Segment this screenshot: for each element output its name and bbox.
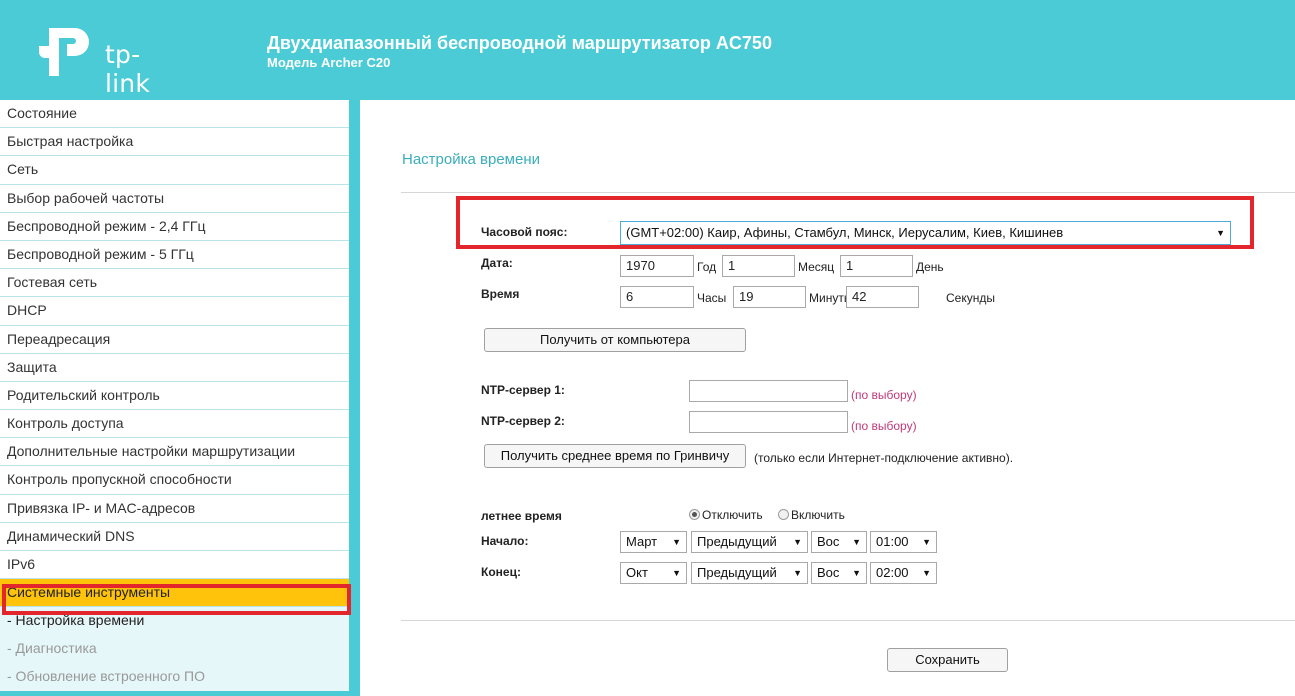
dst-start-time-select[interactable]: 01:00 ▼ <box>870 531 937 553</box>
sidebar-item-access-control[interactable]: Контроль доступа <box>0 410 349 439</box>
chevron-down-icon: ▼ <box>852 537 861 547</box>
sidebar-item-parental-control[interactable]: Родительский контроль <box>0 381 349 411</box>
logo-text: tp-link <box>105 40 151 98</box>
dst-end-week-value: Предыдущий <box>697 565 777 580</box>
dst-off-label: Отключить <box>702 508 763 522</box>
timezone-value: (GMT+02:00) Каир, Афины, Стамбул, Минск,… <box>626 225 1064 240</box>
sidebar-subitem-firmware-upgrade[interactable]: - Обновление встроенного ПО <box>0 663 349 692</box>
seconds-input[interactable]: 42 <box>846 286 919 308</box>
dst-start-month-select[interactable]: Март ▼ <box>620 531 687 553</box>
chevron-down-icon: ▼ <box>922 568 931 578</box>
get-gmt-button[interactable]: Получить среднее время по Гринвичу <box>484 444 746 468</box>
ntp1-label: NTP-сервер 1: <box>481 383 565 397</box>
chevron-down-icon: ▼ <box>793 537 802 547</box>
sidebar-item-dhcp[interactable]: DHCP <box>0 297 349 326</box>
dst-end-month-value: Окт <box>626 565 648 580</box>
dst-start-time-value: 01:00 <box>876 534 909 549</box>
product-model: Модель Archer C20 <box>267 55 391 70</box>
minutes-input[interactable]: 19 <box>733 286 806 308</box>
seconds-unit-label: Секунды <box>946 291 995 305</box>
sidebar-item-network[interactable]: Сеть <box>0 156 349 185</box>
dst-end-label: Конец: <box>481 565 521 579</box>
chevron-down-icon: ▼ <box>672 568 681 578</box>
dst-start-week-value: Предыдущий <box>697 534 777 549</box>
save-button[interactable]: Сохранить <box>887 648 1008 672</box>
chevron-down-icon: ▼ <box>672 537 681 547</box>
dst-start-label: Начало: <box>481 534 529 548</box>
sidebar-subitem-time-settings[interactable]: - Настройка времени <box>0 607 349 636</box>
dst-off-radio[interactable] <box>689 509 700 520</box>
dst-end-week-select[interactable]: Предыдущий ▼ <box>691 562 808 584</box>
ntp1-optional-note: (по выбору) <box>851 388 917 402</box>
dst-start-day-select[interactable]: Вос ▼ <box>811 531 867 553</box>
ntp2-input[interactable] <box>689 411 848 433</box>
chevron-down-icon: ▼ <box>1216 228 1225 238</box>
gmt-note: (только если Интернет-подключение активн… <box>754 451 1014 465</box>
top-divider <box>401 192 1295 193</box>
dst-label: летнее время <box>481 509 562 523</box>
sidebar-item-dynamic-dns[interactable]: Динамический DNS <box>0 522 349 551</box>
tp-link-logo-icon <box>39 28 89 76</box>
sidebar-item-ip-mac-binding[interactable]: Привязка IP- и MAC-адресов <box>0 494 349 523</box>
ntp2-optional-note: (по выбору) <box>851 419 917 433</box>
sidebar-item-bandwidth-control[interactable]: Контроль пропускной способности <box>0 466 349 495</box>
dst-end-time-value: 02:00 <box>876 565 909 580</box>
sidebar-subitem-diagnostics[interactable]: - Диагностика <box>0 635 349 664</box>
month-input[interactable]: 1 <box>722 255 795 277</box>
time-label: Время <box>481 287 520 301</box>
dst-end-day-select[interactable]: Вос ▼ <box>811 562 867 584</box>
dst-on-radio[interactable] <box>778 509 789 520</box>
dst-end-time-select[interactable]: 02:00 ▼ <box>870 562 937 584</box>
day-input[interactable]: 1 <box>840 255 913 277</box>
sidebar-item-system-tools[interactable]: Системные инструменты <box>0 579 349 608</box>
timezone-label: Часовой пояс: <box>481 225 568 239</box>
sidebar-item-quick-setup[interactable]: Быстрая настройка <box>0 128 349 157</box>
sidebar-menu: Состояние Быстрая настройка Сеть Выбор р… <box>0 100 349 692</box>
day-unit-label: День <box>916 260 944 274</box>
tp-link-logo: tp-link <box>35 24 185 98</box>
chevron-down-icon: ▼ <box>793 568 802 578</box>
dst-end-month-select[interactable]: Окт ▼ <box>620 562 687 584</box>
hours-input[interactable]: 6 <box>620 286 694 308</box>
bottom-divider <box>401 620 1295 621</box>
sidebar-item-wireless-5[interactable]: Беспроводной режим - 5 ГГц <box>0 240 349 270</box>
dst-start-week-select[interactable]: Предыдущий ▼ <box>691 531 808 553</box>
get-from-pc-button[interactable]: Получить от компьютера <box>484 328 746 352</box>
timezone-select[interactable]: (GMT+02:00) Каир, Афины, Стамбул, Минск,… <box>620 221 1231 245</box>
sidebar-item-wireless-24[interactable]: Беспроводной режим - 2,4 ГГц <box>0 212 349 241</box>
date-label: Дата: <box>481 256 513 270</box>
dst-end-day-value: Вос <box>817 565 840 580</box>
page-title: Настройка времени <box>402 151 540 168</box>
sidebar: Состояние Быстрая настройка Сеть Выбор р… <box>0 100 360 696</box>
dst-on-label: Включить <box>791 508 845 522</box>
sidebar-item-forwarding[interactable]: Переадресация <box>0 325 349 354</box>
header: tp-link Двухдиапазонный беспроводной мар… <box>0 0 1295 100</box>
hours-unit-label: Часы <box>697 291 727 305</box>
dst-start-day-value: Вос <box>817 534 840 549</box>
sidebar-item-security[interactable]: Защита <box>0 353 349 382</box>
sidebar-item-status[interactable]: Состояние <box>0 100 349 129</box>
year-unit-label: Год <box>697 260 717 274</box>
month-unit-label: Месяц <box>798 260 835 274</box>
sidebar-item-advanced-routing[interactable]: Дополнительные настройки маршрутизации <box>0 438 349 467</box>
year-input[interactable]: 1970 <box>620 255 694 277</box>
ntp1-input[interactable] <box>689 380 848 402</box>
chevron-down-icon: ▼ <box>852 568 861 578</box>
ntp2-label: NTP-сервер 2: <box>481 414 565 428</box>
dst-start-month-value: Март <box>626 534 658 549</box>
sidebar-item-ipv6[interactable]: IPv6 <box>0 551 349 580</box>
sidebar-item-guest-network[interactable]: Гостевая сеть <box>0 269 349 298</box>
product-title: Двухдиапазонный беспроводной маршрутизат… <box>267 33 772 53</box>
main-content: Настройка времени Часовой пояс: (GMT+02:… <box>360 100 1295 696</box>
sidebar-item-band-select[interactable]: Выбор рабочей частоты <box>0 184 349 213</box>
chevron-down-icon: ▼ <box>922 537 931 547</box>
